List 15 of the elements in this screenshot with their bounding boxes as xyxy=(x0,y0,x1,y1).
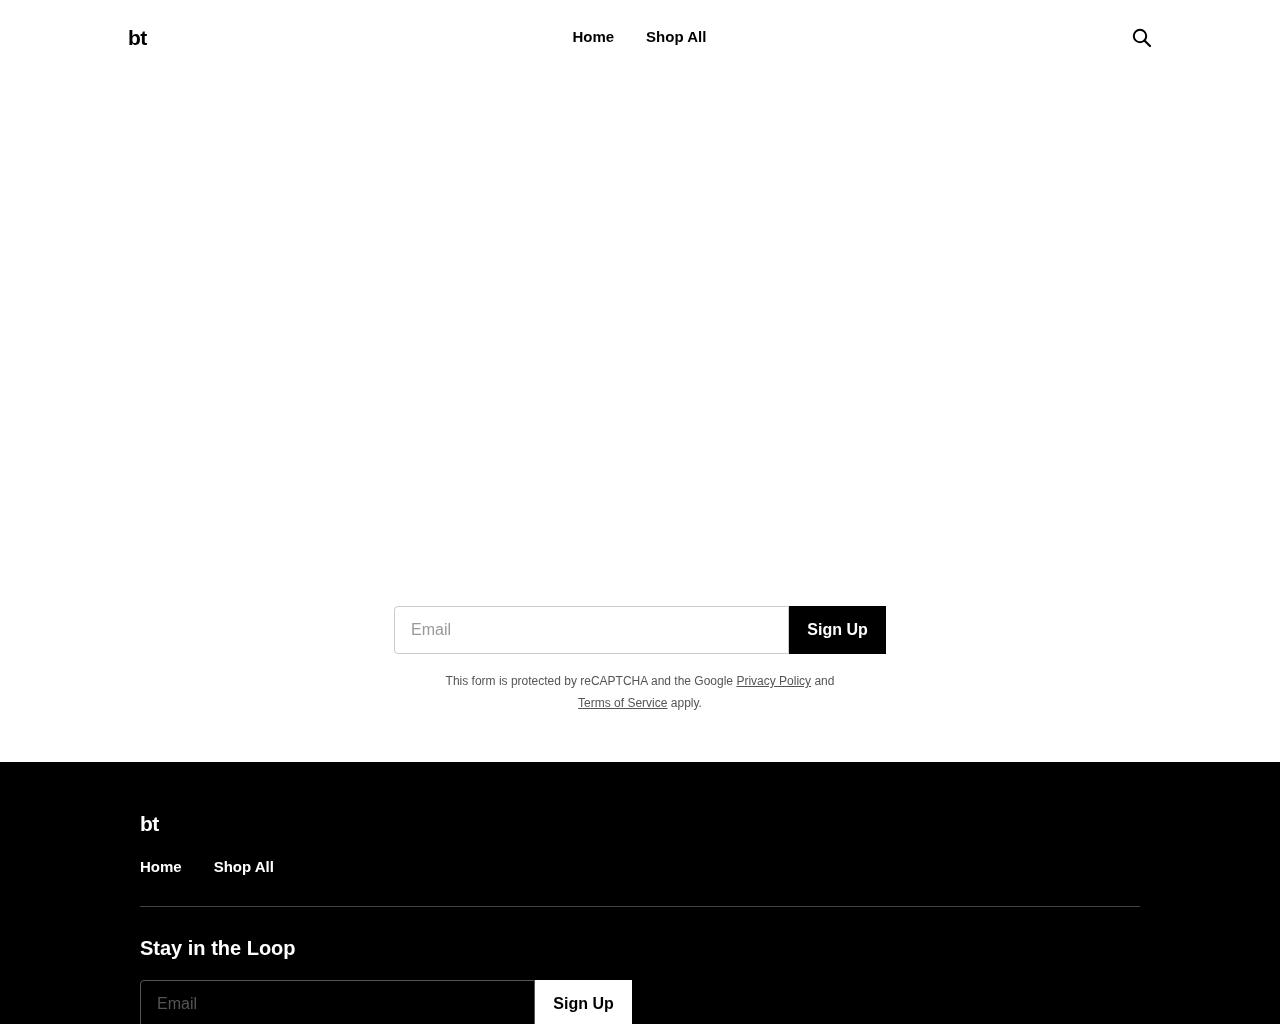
policy-link[interactable]: Terms of Service xyxy=(578,696,668,710)
footer-nav-link[interactable]: Home xyxy=(140,855,182,878)
footer-logo[interactable]: bt xyxy=(140,808,159,840)
sign-up-button[interactable]: Sign Up xyxy=(789,606,886,654)
search-icon[interactable] xyxy=(1132,27,1152,48)
policy-link[interactable]: Privacy Policy xyxy=(736,674,812,688)
nav-link[interactable]: Home xyxy=(572,26,615,49)
footer-email-field[interactable]: Email xyxy=(140,980,535,1024)
newsletter-heading: Stay in the Loop xyxy=(140,936,297,961)
recaptcha-notice: This form is protected by reCAPTCHA and the Google Privacy Policy and Terms of Service apply. xyxy=(444,673,836,712)
logo[interactable]: bt xyxy=(128,21,147,54)
footer-nav-link[interactable]: Shop All xyxy=(213,855,274,878)
nav-link[interactable]: Shop All xyxy=(646,26,707,49)
email-field[interactable]: Email xyxy=(394,606,789,654)
footer-sign-up-button[interactable]: Sign Up xyxy=(535,980,632,1024)
